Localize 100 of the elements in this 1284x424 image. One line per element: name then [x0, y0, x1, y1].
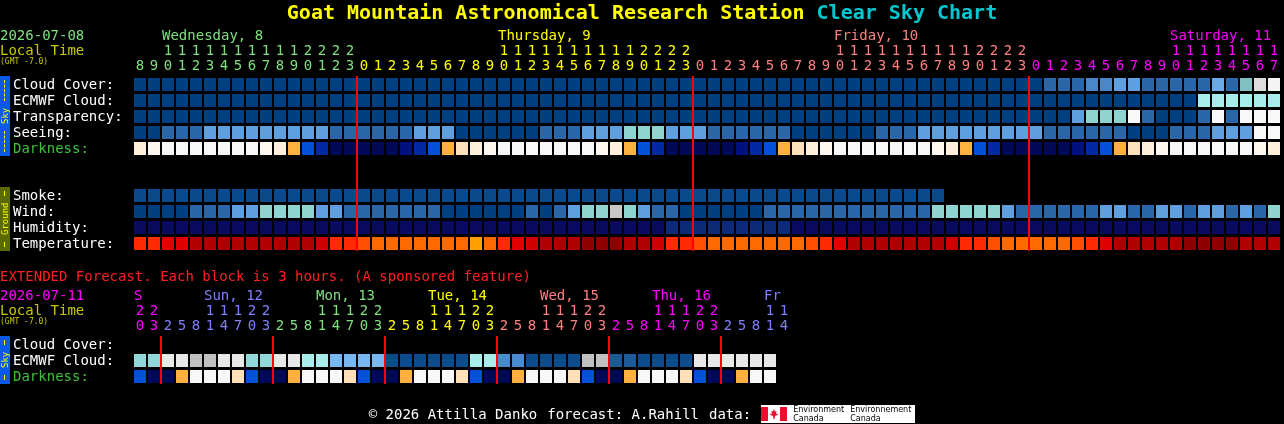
- hour-digit: 5: [1101, 58, 1111, 72]
- hour-digit: 3: [597, 318, 607, 332]
- hour-digit: 2: [863, 58, 873, 72]
- day-label: Fr: [764, 288, 781, 303]
- hour-digit: 1: [233, 43, 243, 58]
- section-label: Sky: [0, 336, 10, 384]
- hour-digit: 7: [457, 58, 467, 72]
- hour-digit: 5: [233, 58, 243, 72]
- row-label: Wind:: [13, 203, 57, 219]
- hour-digit: 4: [219, 58, 229, 72]
- logo-text: Environment Canada: [793, 405, 845, 423]
- day-label: Tue, 14: [428, 288, 487, 303]
- hour-digit: 3: [1017, 58, 1027, 72]
- hour-digit: 1: [541, 318, 551, 332]
- hour-digit: 1: [527, 43, 537, 58]
- hour-digit: 2: [387, 318, 397, 332]
- timezone-label: (GMT -7.0): [0, 317, 49, 326]
- station-title: Goat Mountain Astronomical Research Station: [286, 0, 805, 24]
- timezone-label: (GMT -7.0): [0, 57, 49, 66]
- credit-text: data:: [709, 406, 752, 422]
- row-label: Temperature:: [13, 235, 116, 251]
- hour-digit: 2: [485, 303, 495, 318]
- hour-digit: 4: [555, 318, 565, 332]
- row-label: Cloud Cover:: [13, 336, 116, 352]
- hour-digit: 3: [541, 58, 551, 72]
- hour-digit: 1: [275, 43, 285, 58]
- local-time-label: Local Time: [0, 303, 85, 317]
- hour-digit: 9: [289, 58, 299, 72]
- hour-digit: 8: [947, 58, 957, 72]
- hour-digit: 2: [723, 318, 733, 332]
- hour-digit: 2: [373, 303, 383, 318]
- day-label: Wednesday, 8: [162, 28, 264, 43]
- hour-digit: 0: [247, 318, 257, 332]
- hour-digit: 6: [443, 58, 453, 72]
- hour-digit: 1: [653, 58, 663, 72]
- hour-digit: 8: [611, 58, 621, 72]
- hour-digit: 2: [583, 303, 593, 318]
- midnight-line: [720, 336, 722, 384]
- day-label: S: [134, 288, 143, 303]
- hour-digit: 0: [695, 318, 705, 332]
- credit-text: forecast: A.Rahill: [547, 406, 699, 422]
- row-label: ECMWF Cloud:: [13, 352, 116, 368]
- hour-digit: 8: [751, 318, 761, 332]
- hour-digit: 1: [877, 43, 887, 58]
- hour-digit: 8: [471, 58, 481, 72]
- hour-digit: 1: [219, 43, 229, 58]
- hour-digit: 1: [205, 43, 215, 58]
- hour-digit: 1: [163, 43, 173, 58]
- hour-digit: 0: [359, 58, 369, 72]
- hour-digit: 2: [247, 303, 257, 318]
- hour-digit: 5: [737, 318, 747, 332]
- hour-digit: 1: [611, 43, 621, 58]
- row-label: Seeing:: [13, 124, 73, 140]
- hour-digit: 1: [555, 43, 565, 58]
- hour-digit: 2: [1003, 58, 1013, 72]
- hour-digit: 2: [499, 318, 509, 332]
- hour-digit: 3: [149, 318, 159, 332]
- hour-digit: 8: [191, 318, 201, 332]
- hour-digit: 4: [331, 318, 341, 332]
- hour-digit: 1: [233, 303, 243, 318]
- hour-digit: 5: [177, 318, 187, 332]
- hour-digit: 5: [1241, 58, 1251, 72]
- hour-digit: 2: [723, 58, 733, 72]
- hour-digit: 2: [1199, 58, 1209, 72]
- hour-digit: 1: [317, 303, 327, 318]
- hour-digit: 1: [429, 318, 439, 332]
- hour-digit: 1: [541, 43, 551, 58]
- hour-digit: 0: [583, 318, 593, 332]
- hour-digit: 2: [1059, 58, 1069, 72]
- hour-digit: 1: [597, 43, 607, 58]
- hour-digit: 1: [1269, 43, 1279, 58]
- midnight-line: [496, 336, 498, 384]
- hour-digit: 1: [457, 303, 467, 318]
- hour-digit: 2: [317, 43, 327, 58]
- row-label: Smoke:: [13, 187, 65, 203]
- row-label: Darkness:: [13, 140, 90, 156]
- hour-digit: 9: [149, 58, 159, 72]
- hour-digit: 8: [807, 58, 817, 72]
- hour-digit: 2: [149, 303, 159, 318]
- hour-digit: 0: [835, 58, 845, 72]
- hour-digit: 1: [1199, 43, 1209, 58]
- hour-digit: 1: [205, 318, 215, 332]
- hour-digit: 8: [303, 318, 313, 332]
- hour-digit: 4: [779, 318, 789, 332]
- hour-digit: 2: [597, 303, 607, 318]
- hour-digit: 1: [1213, 43, 1223, 58]
- hour-digit: 5: [765, 58, 775, 72]
- hour-digit: 1: [177, 43, 187, 58]
- row-label: ECMWF Cloud:: [13, 92, 116, 108]
- hour-digit: 3: [345, 58, 355, 72]
- hour-digit: 1: [247, 43, 257, 58]
- hour-digit: 7: [1129, 58, 1139, 72]
- hour-digit: 2: [331, 58, 341, 72]
- section-label: Ground: [0, 187, 10, 251]
- hour-digit: 1: [625, 43, 635, 58]
- hour-digit: 1: [331, 303, 341, 318]
- hour-digit: 3: [709, 318, 719, 332]
- hour-digit: 4: [751, 58, 761, 72]
- hour-digit: 8: [275, 58, 285, 72]
- hour-digit: 2: [975, 43, 985, 58]
